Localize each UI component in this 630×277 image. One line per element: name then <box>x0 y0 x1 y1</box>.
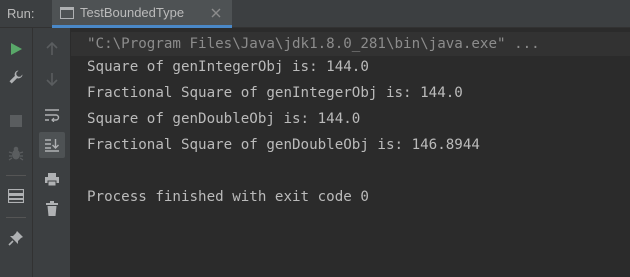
up-stack-frame-button[interactable] <box>39 36 65 62</box>
console-icon <box>60 7 74 19</box>
clear-all-button[interactable] <box>39 196 65 222</box>
output-line: Process finished with exit code 0 <box>87 189 369 205</box>
debug-button[interactable] <box>3 140 29 166</box>
wrench-icon <box>9 70 23 84</box>
soft-wrap-button[interactable] <box>39 102 65 128</box>
separator <box>6 217 26 218</box>
tab-test-bounded-type[interactable]: TestBoundedType <box>52 0 232 28</box>
run-icon <box>11 43 22 55</box>
layout-button[interactable] <box>3 183 29 209</box>
console-tools-strip <box>33 28 71 277</box>
close-icon[interactable] <box>210 7 222 19</box>
stop-icon <box>10 115 22 127</box>
trash-icon <box>46 201 58 216</box>
scroll-to-end-button[interactable] <box>39 132 65 158</box>
bug-icon <box>8 146 24 161</box>
output-line: Fractional Square of genDoubleObj is: 14… <box>87 137 480 153</box>
console-output[interactable]: "C:\Program Files\Java\jdk1.8.0_281\bin\… <box>71 28 630 277</box>
run-actions-strip <box>0 28 33 277</box>
run-label: Run: <box>7 6 35 21</box>
command-line: "C:\Program Files\Java\jdk1.8.0_281\bin\… <box>71 32 630 56</box>
pin-icon <box>8 231 23 246</box>
print-button[interactable] <box>39 166 65 192</box>
modify-config-button[interactable] <box>3 64 29 90</box>
layout-icon <box>8 189 24 203</box>
rerun-button[interactable] <box>3 36 29 62</box>
output-line: Fractional Square of genIntegerObj is: 1… <box>87 85 463 101</box>
down-arrow-icon <box>46 73 58 86</box>
output-line: Square of genDoubleObj is: 144.0 <box>87 111 361 127</box>
pin-button[interactable] <box>3 225 29 251</box>
scroll-to-end-icon <box>45 139 59 152</box>
run-toolwindow-header: Run: TestBoundedType <box>0 0 630 28</box>
tab-label: TestBoundedType <box>80 5 185 20</box>
down-stack-frame-button[interactable] <box>39 66 65 92</box>
stop-button[interactable] <box>3 108 29 134</box>
output-line: Square of genIntegerObj is: 144.0 <box>87 59 369 75</box>
up-arrow-icon <box>46 42 58 55</box>
soft-wrap-icon <box>45 109 60 122</box>
separator <box>6 175 26 176</box>
print-icon <box>45 172 59 186</box>
